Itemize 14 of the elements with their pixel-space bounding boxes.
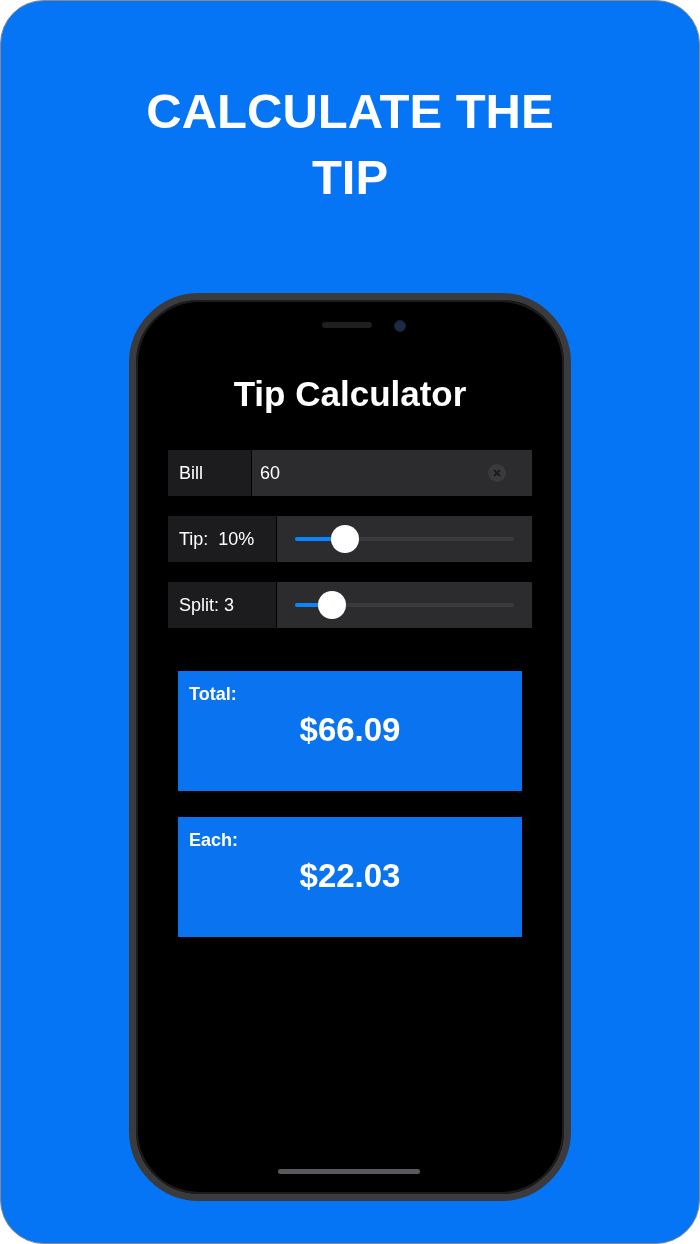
slider-thumb[interactable]	[318, 591, 347, 619]
app-title: Tip Calculator	[233, 373, 467, 415]
camera-dot	[394, 320, 406, 332]
result-label: Each:	[189, 830, 239, 851]
bill-field[interactable]: 60	[252, 450, 532, 496]
headline: CALCULATE THE TIP	[145, 83, 555, 206]
speaker-grille	[322, 322, 372, 328]
result-label: Total:	[189, 684, 237, 705]
result-amount: $66.09	[299, 711, 401, 749]
slider-thumb[interactable]	[331, 525, 360, 553]
bill-label: Bill	[168, 450, 251, 496]
slider-label: Split: 3	[168, 582, 276, 628]
slider-label: Tip: 10%	[168, 516, 276, 562]
result-amount: $22.03	[299, 857, 401, 895]
